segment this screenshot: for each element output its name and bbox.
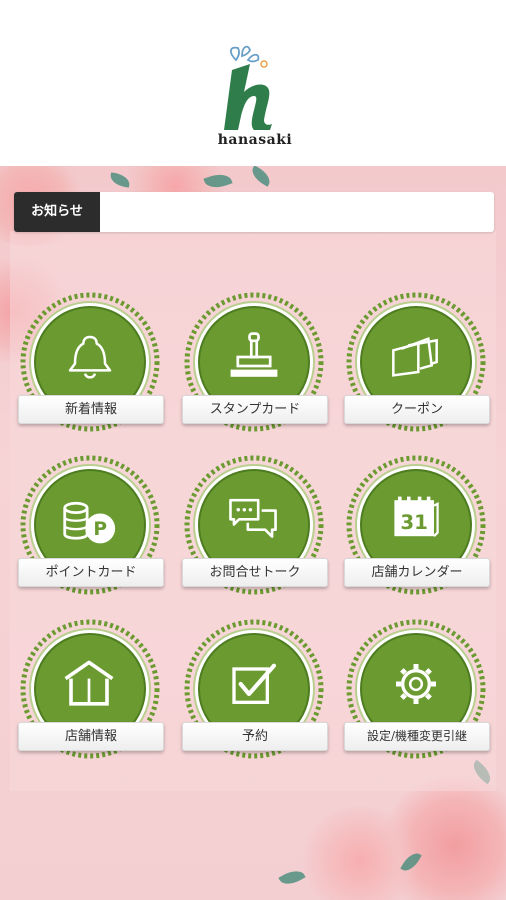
menu-item-stamp-card[interactable]: スタンプカード [179, 292, 329, 442]
main-area: お知らせ 新着情報 スタンプカード クーポン P ポイントカード お問合せトーク… [0, 166, 506, 900]
menu-label: お問合せトーク [182, 558, 328, 587]
bell-icon [68, 335, 112, 379]
brand-name: hanasaki [217, 132, 293, 148]
menu-label: ポイントカード [18, 558, 164, 587]
menu-item-store-info[interactable]: 店舗情報 [15, 619, 165, 769]
calendar-icon: 31 [394, 496, 439, 537]
leaf-decoration [248, 166, 274, 187]
menu-item-reservation[interactable]: 予約 [179, 619, 329, 769]
hanasaki-logo-icon [224, 45, 272, 130]
menu-label: 新着情報 [18, 395, 164, 424]
menu-label: 店舗情報 [18, 722, 164, 751]
menu-item-store-calendar[interactable]: 31 店舗カレンダー [341, 455, 491, 605]
point-coin-icon: P [63, 501, 116, 544]
coupon-icon [392, 336, 438, 377]
menu-item-settings[interactable]: 設定/機種変更引継 [341, 619, 491, 769]
menu-label: クーポン [344, 395, 490, 424]
menu-item-inquiry-talk[interactable]: お問合せトーク [179, 455, 329, 605]
notice-tag: お知らせ [14, 192, 100, 232]
menu-label: スタンプカード [182, 395, 328, 424]
svg-text:P: P [93, 519, 107, 540]
brand-logo: hanasaki [213, 42, 297, 152]
app-header: hanasaki [0, 0, 506, 166]
stamp-icon [230, 332, 278, 377]
menu-label: 店舗カレンダー [344, 558, 490, 587]
gear-icon [396, 664, 436, 704]
menu-label: 予約 [182, 722, 328, 751]
menu-label: 設定/機種変更引継 [344, 722, 490, 751]
menu-item-news[interactable]: 新着情報 [15, 292, 165, 442]
menu-item-point-card[interactable]: P ポイントカード [15, 455, 165, 605]
calendar-day: 31 [400, 511, 428, 534]
notice-bar[interactable]: お知らせ [14, 192, 494, 232]
chat-icon [229, 498, 277, 538]
menu-item-coupon[interactable]: クーポン [341, 292, 491, 442]
checkbox-icon [232, 663, 277, 704]
house-icon [64, 660, 114, 706]
